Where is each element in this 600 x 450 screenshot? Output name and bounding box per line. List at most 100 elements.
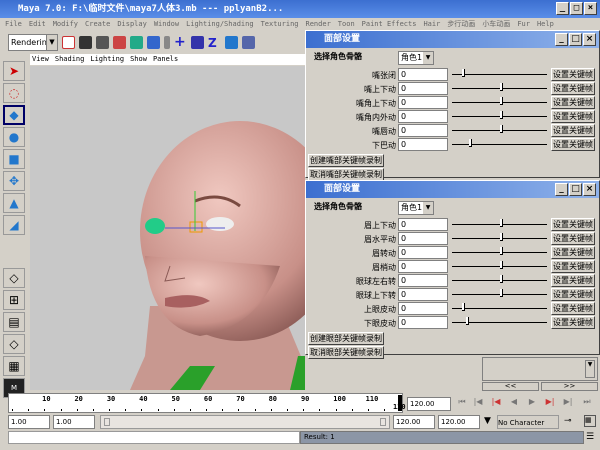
set-key-button[interactable]: 设置关键帧 — [551, 274, 595, 287]
set-key-button[interactable]: 设置关键帧 — [551, 124, 595, 137]
menu-item[interactable]: Paint Effects — [362, 18, 417, 30]
slider-thumb[interactable] — [499, 125, 503, 133]
slider-thumb[interactable] — [469, 139, 473, 147]
manipulator-tool-icon[interactable]: ▲ — [3, 193, 25, 213]
character-set-dropdown-icon[interactable]: ▼ — [484, 416, 491, 426]
slider-thumb[interactable] — [499, 219, 503, 227]
curve-icon[interactable]: Z — [208, 36, 221, 50]
plus-icon[interactable]: + — [174, 35, 187, 49]
slider-track[interactable] — [452, 289, 547, 297]
render-icon[interactable] — [147, 35, 160, 49]
slider-thumb[interactable] — [466, 317, 470, 325]
menu-item[interactable]: Toon — [338, 18, 355, 30]
panel-menu-item[interactable]: Panels — [153, 54, 178, 65]
next-button[interactable]: >> — [541, 382, 598, 391]
end-time-field[interactable]: 120.00 — [438, 415, 480, 429]
slider-value-input[interactable]: 0 — [398, 260, 448, 273]
character-dropdown[interactable]: 角色1 ▼ — [398, 201, 434, 215]
step-back-frame-icon[interactable]: |◀ — [489, 397, 503, 411]
single-view-layout-icon[interactable]: ◇ — [3, 268, 25, 288]
menu-item[interactable]: 小车动画 — [482, 18, 510, 30]
preferences-icon[interactable]: ▦ — [584, 415, 596, 427]
set-key-button[interactable]: 设置关键帧 — [551, 232, 595, 245]
rotate-tool-icon[interactable]: ■ — [3, 149, 25, 169]
slider-value-input[interactable]: 0 — [398, 96, 448, 109]
set-key-button[interactable]: 设置关键帧 — [551, 96, 595, 109]
slider-track[interactable] — [452, 125, 547, 133]
close-button[interactable]: × — [583, 183, 596, 196]
minimize-button[interactable]: _ — [556, 2, 569, 15]
play-forward-icon[interactable]: ▶ — [525, 397, 539, 411]
slider-thumb[interactable] — [499, 247, 503, 255]
panel-menu-item[interactable]: View — [32, 54, 49, 65]
panel-menu-item[interactable]: Lighting — [90, 54, 124, 65]
slider-track[interactable] — [452, 247, 547, 255]
lasso-tool-icon[interactable]: ◌ — [3, 83, 25, 103]
paint-select-tool-icon[interactable]: ◆ — [3, 105, 25, 125]
slider-value-input[interactable]: 0 — [398, 288, 448, 301]
scrollbar[interactable]: ▼ — [585, 360, 595, 378]
menu-item[interactable]: Help — [537, 18, 554, 30]
slider-track[interactable] — [452, 111, 547, 119]
last-tool-icon[interactable]: ◢ — [3, 215, 25, 235]
slider-track[interactable] — [452, 69, 547, 77]
menu-item[interactable]: Window — [154, 18, 179, 30]
current-time-field[interactable]: 120.00 — [407, 397, 451, 411]
lattice-icon[interactable] — [242, 35, 255, 49]
playback-start-field[interactable]: 1.00 — [53, 415, 95, 429]
outliner-layout-icon[interactable]: ▤ — [3, 312, 25, 332]
create-keyframe-recording-button[interactable]: 创建眼部关键帧录制 — [308, 332, 384, 345]
prev-button[interactable]: << — [482, 382, 539, 391]
close-button[interactable]: × — [583, 33, 596, 46]
slider-thumb[interactable] — [499, 83, 503, 91]
slider-value-input[interactable]: 0 — [398, 68, 448, 81]
slider-track[interactable] — [452, 317, 547, 325]
menu-item[interactable]: Modify — [53, 18, 78, 30]
slider-value-input[interactable]: 0 — [398, 274, 448, 287]
auto-key-icon[interactable]: ⊸ — [564, 416, 572, 426]
menu-item[interactable]: Lighting/Shading — [186, 18, 253, 30]
3d-viewport[interactable] — [30, 66, 305, 390]
panel-menu-item[interactable]: Show — [130, 54, 147, 65]
set-key-button[interactable]: 设置关键帧 — [551, 260, 595, 273]
save-icon[interactable] — [96, 35, 109, 49]
graph-layout-icon[interactable]: ◇ — [3, 334, 25, 354]
time-slider[interactable]: 120 102030405060708090100110 — [8, 393, 406, 413]
set-key-button[interactable]: 设置关键帧 — [551, 218, 595, 231]
render-view-icon[interactable] — [62, 35, 75, 49]
slider-thumb[interactable] — [499, 275, 503, 283]
close-button[interactable]: × — [584, 2, 597, 15]
set-key-button[interactable]: 设置关键帧 — [551, 138, 595, 151]
script-editor-icon[interactable]: ☰ — [586, 432, 594, 442]
hypershade-icon[interactable] — [130, 35, 143, 49]
range-end-handle[interactable] — [380, 418, 386, 426]
slider-thumb[interactable] — [499, 289, 503, 297]
move-tool-icon[interactable]: ● — [3, 127, 25, 147]
set-key-button[interactable]: 设置关键帧 — [551, 246, 595, 259]
slider-value-input[interactable]: 0 — [398, 82, 448, 95]
slider-value-input[interactable]: 0 — [398, 316, 448, 329]
slider-track[interactable] — [452, 303, 547, 311]
menu-item[interactable]: File — [5, 18, 22, 30]
cube-icon[interactable] — [225, 35, 238, 49]
slider-thumb[interactable] — [499, 233, 503, 241]
slider-thumb[interactable] — [461, 69, 465, 77]
slider-thumb[interactable] — [461, 303, 465, 311]
slider-value-input[interactable]: 0 — [398, 110, 448, 123]
menu-item[interactable]: 步行动画 — [447, 18, 475, 30]
slider-value-input[interactable]: 0 — [398, 124, 448, 137]
maximize-button[interactable]: □ — [569, 183, 582, 196]
slider-value-input[interactable]: 0 — [398, 138, 448, 151]
set-key-button[interactable]: 设置关键帧 — [551, 316, 595, 329]
set-key-button[interactable]: 设置关键帧 — [551, 288, 595, 301]
create-keyframe-recording-button[interactable]: 创建嘴部关键帧录制 — [308, 154, 384, 167]
slider-thumb[interactable] — [499, 261, 503, 269]
current-time-marker[interactable] — [398, 395, 402, 411]
slider-track[interactable] — [452, 139, 547, 147]
slider-track[interactable] — [452, 97, 547, 105]
maximize-button[interactable]: □ — [569, 33, 582, 46]
minimize-button[interactable]: _ — [555, 183, 568, 196]
character-dropdown[interactable]: 角色1 ▼ — [398, 51, 434, 65]
slider-value-input[interactable]: 0 — [398, 302, 448, 315]
menu-item[interactable]: Hair — [423, 18, 440, 30]
